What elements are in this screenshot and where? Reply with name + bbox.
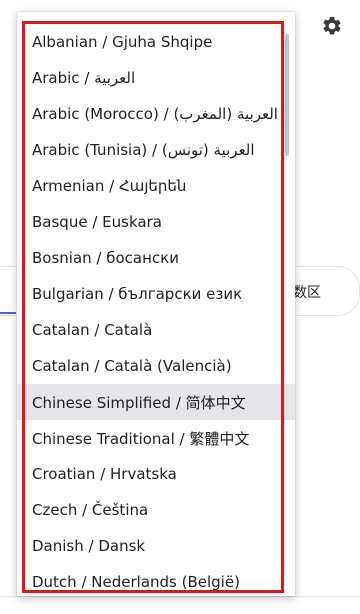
- background-divider: [0, 596, 360, 597]
- language-option[interactable]: Armenian / Հայերեն: [17, 168, 295, 204]
- language-list: Albanian / Gjuha Shqipe Arabic / العربية A…: [17, 24, 295, 596]
- language-option[interactable]: Czech / Čeština: [17, 492, 295, 528]
- screen: 数区 Albanian / Gjuha Shqipe Arabic / العرب…: [0, 0, 360, 614]
- language-option[interactable]: Croatian / Hrvatska: [17, 456, 295, 492]
- language-option[interactable]: Arabic (Morocco) / العربية (المغرب): [17, 96, 295, 132]
- language-option[interactable]: Dutch / Nederlands (België): [17, 564, 295, 596]
- language-option[interactable]: Basque / Euskara: [17, 204, 295, 240]
- language-option[interactable]: Catalan / Català (Valencià): [17, 348, 295, 384]
- language-option[interactable]: Arabic / العربية: [17, 60, 295, 96]
- language-option[interactable]: Bulgarian / български език: [17, 276, 295, 312]
- dropdown-scrollbar[interactable]: [285, 34, 289, 156]
- settings-button[interactable]: [320, 14, 344, 38]
- background-card-label: 数区: [293, 285, 321, 301]
- language-option[interactable]: Chinese Simplified / 简体中文: [17, 384, 295, 420]
- language-option[interactable]: Arabic (Tunisia) / العربية (تونس): [17, 132, 295, 168]
- language-option[interactable]: Albanian / Gjuha Shqipe: [17, 24, 295, 60]
- gear-icon: [323, 16, 341, 35]
- language-option[interactable]: Chinese Traditional / 繁體中文: [17, 420, 295, 456]
- language-option[interactable]: Catalan / Català: [17, 312, 295, 348]
- language-option[interactable]: Danish / Dansk: [17, 528, 295, 564]
- language-option[interactable]: Bosnian / босански: [17, 240, 295, 276]
- background-tab-indicator: [0, 312, 16, 314]
- language-dropdown[interactable]: Albanian / Gjuha Shqipe Arabic / العربية A…: [17, 12, 295, 596]
